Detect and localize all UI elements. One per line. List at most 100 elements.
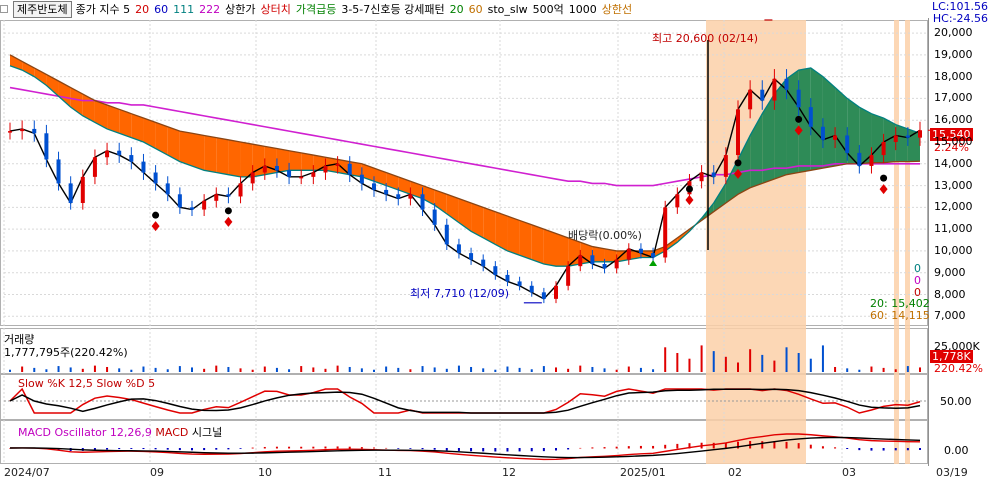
volume-bar-60: [737, 362, 739, 372]
toolbar-checkbox[interactable]: [0, 5, 8, 13]
volume-bar-65: [797, 353, 800, 372]
volume-bar-31: [385, 366, 388, 372]
volume-bar-35: [433, 367, 436, 372]
legend-item-8[interactable]: 3-5-7신호등 강세패턴: [341, 3, 444, 16]
stock-selector[interactable]: 제주반도체: [13, 0, 72, 18]
surge-arrow: [649, 260, 658, 266]
macd-signal-title: 시그널: [191, 426, 223, 439]
y-tick-label-6: 13,000: [934, 178, 973, 192]
legend-item-13[interactable]: 1000: [569, 3, 597, 16]
legend-item-2[interactable]: 60: [154, 3, 168, 16]
macd-osc-bar-41: [506, 448, 509, 452]
legend-item-6[interactable]: 상터치: [260, 3, 290, 16]
signal-dot-5: [880, 174, 888, 182]
legend-item-5[interactable]: 상한가: [225, 3, 255, 16]
macd-osc-bar-14: [178, 448, 181, 451]
candle-body-12: [153, 172, 158, 184]
volume-bar-67: [821, 345, 824, 372]
signal-dot-0: [152, 211, 160, 219]
legend-item-11[interactable]: sto_slw: [488, 3, 528, 16]
legend-item-7[interactable]: 가격급등: [296, 3, 336, 16]
candle-body-57: [699, 172, 704, 182]
legend-item-12[interactable]: 500억: [533, 3, 564, 16]
volume-bar-56: [688, 358, 691, 372]
volume-bar-9: [118, 368, 121, 372]
volume-bar-6: [81, 368, 84, 372]
macd-osc-bar-49: [603, 447, 606, 449]
candle-body-51: [626, 248, 631, 260]
volume-bar-17: [215, 365, 218, 372]
macd-osc-bar-73: [894, 448, 897, 451]
candle-body-34: [420, 194, 425, 210]
legend-item-4[interactable]: 222: [199, 3, 220, 16]
macd-osc-title: MACD Oscillator 12,26,9: [18, 426, 152, 439]
legend-item-3[interactable]: 111: [173, 3, 194, 16]
macd-osc-bar-55: [676, 443, 679, 449]
macd-osc-bar-28: [348, 446, 351, 449]
legend-item-1[interactable]: 20: [135, 3, 149, 16]
macd-osc-bar-45: [555, 448, 557, 451]
candle-body-11: [141, 161, 146, 173]
volume-bar-72: [882, 367, 885, 372]
candle-body-68: [833, 135, 838, 140]
legend-item-10[interactable]: 60: [469, 3, 483, 16]
signal-dot-3: [734, 159, 742, 167]
macd-osc-bar-31: [385, 447, 388, 449]
volume-value: 1,777,795주(220.42%): [4, 346, 128, 359]
highlight-band-2: [905, 20, 910, 464]
cloud-segment-24: [301, 152, 314, 171]
volume-bar-39: [482, 368, 485, 372]
volume-bar-45: [555, 367, 557, 372]
volume-bar-10: [130, 369, 133, 372]
macd-osc-bar-19: [239, 448, 242, 449]
legend-item-0[interactable]: 종가 지수 5: [76, 3, 130, 16]
volume-bar-42: [518, 367, 521, 372]
volume-bar-18: [227, 366, 230, 372]
volume-bar-70: [858, 369, 861, 372]
macd-osc-bar-68: [834, 447, 837, 449]
macd-osc-bar-62: [761, 441, 764, 449]
macd-osc-bar-58: [712, 442, 715, 449]
cloud-segment-23: [289, 150, 302, 171]
volume-bar-75: [919, 367, 921, 372]
legend-item-9[interactable]: 20: [450, 3, 464, 16]
candle-body-60: [736, 109, 740, 156]
indicator-toolbar: 제주반도체 종가 지수 5 20 60 111 222 상한가 상터치 가격급등 3-5-7신호…: [0, 0, 928, 18]
x-tick-label-3: 11: [378, 466, 392, 479]
y-tick-label-2: 9,000: [934, 265, 966, 279]
candle-body-30: [372, 183, 376, 190]
y-tick-label-8: 15,000: [934, 135, 973, 148]
volume-bar-51: [627, 366, 630, 372]
cloud-segment-73: [895, 124, 908, 162]
macd-osc-bar-54: [664, 444, 667, 449]
volume-bar-33: [409, 369, 412, 372]
volume-bar-5: [69, 367, 72, 372]
volume-bar-34: [421, 366, 424, 372]
candle-body-49: [602, 264, 607, 269]
volume-bar-43: [530, 369, 533, 372]
y-tick-label-3: 10,000: [934, 243, 973, 257]
macd-osc-bar-12: [154, 448, 157, 450]
candle-body-2: [32, 128, 37, 134]
macd-osc-bar-52: [639, 445, 642, 449]
macd-osc-bar-75: [919, 448, 921, 450]
y-tick-label-10: 17,000: [934, 91, 973, 105]
macd-osc-bar-64: [785, 441, 788, 449]
x-tick-label-8: 03/19: [936, 466, 968, 479]
macd-osc-bar-71: [870, 448, 873, 451]
cloud-segment-1: [22, 61, 35, 77]
legend-item-14[interactable]: 상한선: [602, 3, 632, 16]
y-tick-label-12: 19,000: [934, 47, 973, 61]
candle-body-38: [469, 253, 474, 260]
y-tick-label-4: 11,000: [934, 222, 973, 236]
volume-bar-38: [470, 366, 473, 372]
cloud-segment-42: [519, 220, 532, 260]
stochastic-title: Slow %K 12,5 Slow %D 5: [18, 377, 156, 390]
macd-osc-bar-48: [591, 447, 594, 449]
y-tick-label-0: 7,000: [934, 309, 966, 323]
volume-bar-59: [724, 356, 727, 372]
macd-osc-bar-70: [858, 448, 861, 451]
cloud-segment-16: [204, 135, 217, 173]
volume-percent: 220.42%: [934, 362, 983, 375]
x-tick-label-2: 10: [258, 466, 272, 479]
